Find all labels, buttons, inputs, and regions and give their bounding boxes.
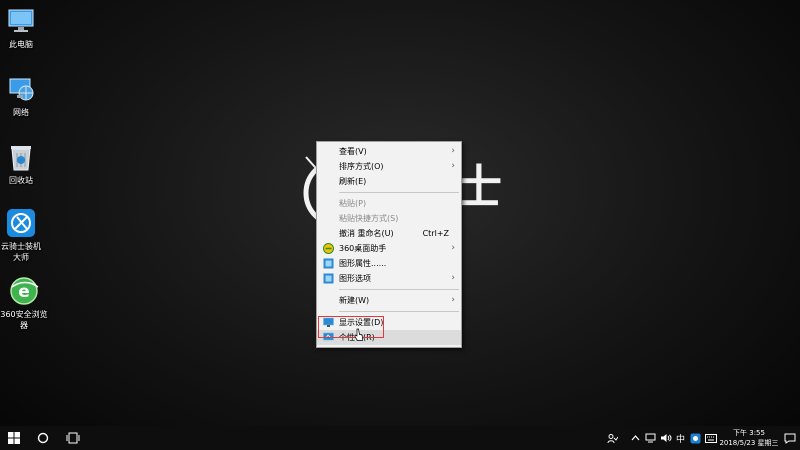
- menu-separator: [339, 192, 459, 193]
- task-view-icon: [66, 432, 80, 444]
- menu-item-label: 刷新(E): [339, 177, 367, 186]
- desktop-icon-this-pc[interactable]: 此电脑: [0, 4, 42, 50]
- menu-item-graphics-options[interactable]: 图形选项 ›: [317, 271, 461, 286]
- ime-language-indicator[interactable]: 中: [673, 426, 688, 450]
- chevron-right-icon: ›: [451, 295, 455, 305]
- yunqishi-icon: [4, 206, 38, 240]
- search-button[interactable]: [28, 426, 58, 450]
- notification-icon: [784, 433, 796, 444]
- menu-item-shortcut: Ctrl+Z: [422, 229, 449, 238]
- chevron-right-icon: ›: [451, 243, 455, 253]
- chevron-right-icon: ›: [451, 161, 455, 171]
- graphics-icon: [323, 258, 334, 269]
- menu-item-new[interactable]: 新建(W) ›: [317, 293, 461, 308]
- desktop-icon-label: 云骑士装机大师: [1, 242, 41, 262]
- browser-360-icon: e: [7, 274, 41, 308]
- volume-icon[interactable]: [658, 426, 673, 450]
- desktop-icon-yunqishi[interactable]: 云骑士装机大师: [0, 206, 42, 263]
- menu-item-label: 粘贴(P): [339, 199, 367, 208]
- network-icon: [4, 72, 38, 106]
- highlight-annotation: [318, 316, 384, 338]
- menu-item-graphics-properties[interactable]: 图形属性......: [317, 256, 461, 271]
- menu-item-label: 图形选项: [339, 274, 371, 283]
- computer-icon: [4, 4, 38, 38]
- action-center-button[interactable]: [780, 426, 800, 450]
- chevron-right-icon: ›: [451, 146, 455, 156]
- svg-text:e: e: [18, 282, 30, 302]
- chevron-right-icon: ›: [451, 273, 455, 283]
- desktop-icon-network[interactable]: 网络: [0, 72, 42, 118]
- desktop-icon-label: 回收站: [9, 176, 33, 185]
- taskbar: 中 下午 3:55 2018/5/23 星期三: [0, 426, 800, 450]
- system-tray: 中 下午 3:55 2018/5/23 星期三: [605, 426, 800, 450]
- menu-item-label: 查看(V): [339, 147, 367, 156]
- recycle-bin-icon: [4, 140, 38, 174]
- windows-logo-icon: [8, 432, 20, 444]
- assistant-360-icon: [323, 243, 334, 254]
- clock-time: 下午 3:55: [733, 429, 765, 437]
- taskbar-clock[interactable]: 下午 3:55 2018/5/23 星期三: [718, 428, 780, 448]
- show-hidden-icons-chevron-up-icon[interactable]: [628, 426, 643, 450]
- task-view-button[interactable]: [58, 426, 88, 450]
- menu-item-label: 排序方式(O): [339, 162, 384, 171]
- graphics-icon: [323, 273, 334, 284]
- clock-date: 2018/5/23 星期三: [719, 439, 779, 447]
- mouse-pointer-icon: [354, 328, 363, 341]
- menu-item-label: 图形属性......: [339, 259, 387, 268]
- menu-separator: [339, 289, 459, 290]
- menu-item-label: 撤消 重命名(U): [339, 229, 394, 238]
- desktop-icon-recycle-bin[interactable]: 回收站: [0, 140, 42, 186]
- start-button[interactable]: [0, 426, 28, 450]
- menu-item-sort-by[interactable]: 排序方式(O) ›: [317, 159, 461, 174]
- menu-item-undo-rename[interactable]: 撤消 重命名(U) Ctrl+Z: [317, 226, 461, 241]
- menu-separator: [339, 311, 459, 312]
- menu-item-paste[interactable]: 粘贴(P): [317, 196, 461, 211]
- menu-item-label: 粘贴快捷方式(S): [339, 214, 399, 223]
- network-tray-icon[interactable]: [643, 426, 658, 450]
- app-tray-icon[interactable]: [688, 426, 703, 450]
- desktop-icon-label: 网络: [13, 108, 29, 117]
- menu-item-360-desktop-assistant[interactable]: 360桌面助手 ›: [317, 241, 461, 256]
- desktop-icon-label: 此电脑: [9, 40, 33, 49]
- wallpaper-text: 士: [456, 160, 502, 214]
- menu-item-label: 新建(W): [339, 296, 370, 305]
- cortana-circle-icon: [37, 432, 49, 444]
- menu-item-label: 360桌面助手: [339, 244, 387, 253]
- keyboard-icon[interactable]: [703, 426, 718, 450]
- desktop-icon-label: 360安全浏览器: [0, 310, 48, 330]
- people-icon[interactable]: [605, 426, 620, 450]
- menu-item-refresh[interactable]: 刷新(E): [317, 174, 461, 189]
- menu-item-paste-shortcut[interactable]: 粘贴快捷方式(S): [317, 211, 461, 226]
- menu-item-view[interactable]: 查看(V) ›: [317, 144, 461, 159]
- desktop-icon-360-browser[interactable]: e 360安全浏览器: [0, 274, 48, 331]
